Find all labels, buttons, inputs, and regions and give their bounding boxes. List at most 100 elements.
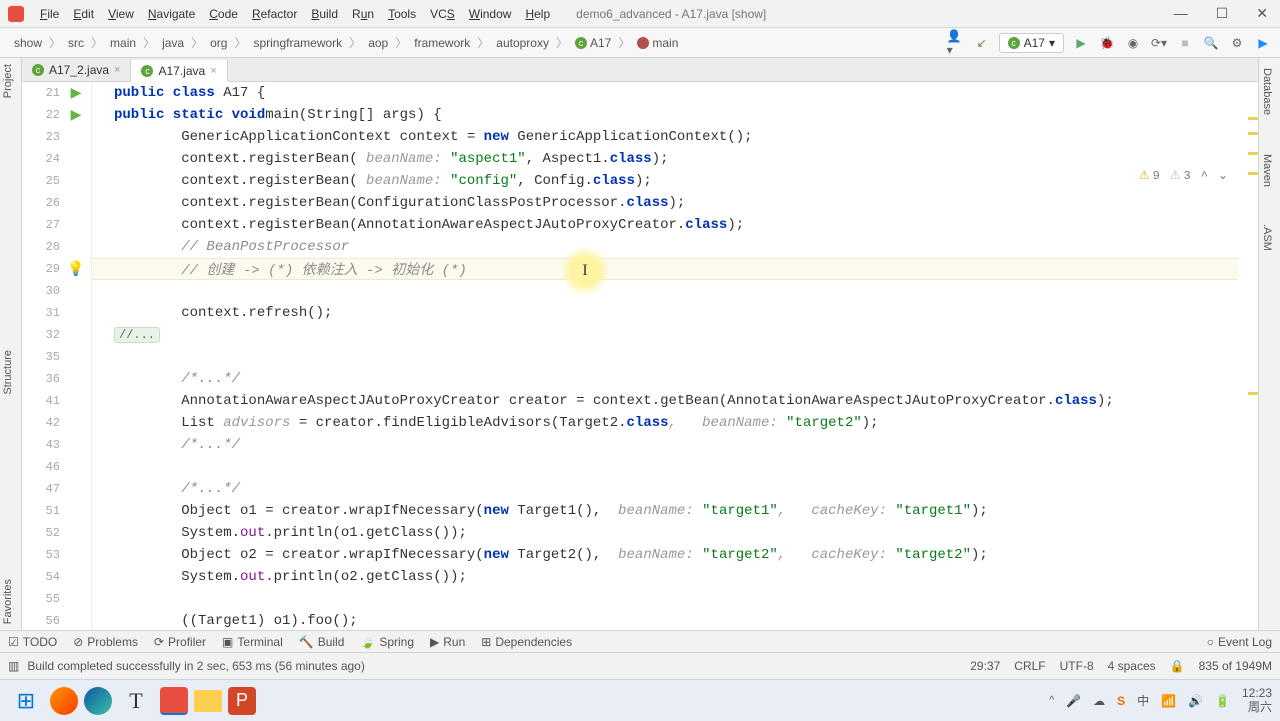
search-icon[interactable]: 🔍	[1202, 34, 1220, 52]
menu-window[interactable]: Window	[463, 5, 518, 23]
code-line[interactable]: List advisors = creator.findEligibleAdvi…	[92, 412, 1238, 434]
code-line[interactable]	[92, 456, 1238, 478]
firefox-icon[interactable]	[50, 687, 78, 715]
volume-icon[interactable]: 🔊	[1188, 694, 1203, 708]
back-arrow-icon[interactable]: ↙	[973, 34, 991, 52]
settings-icon[interactable]: ⚙	[1228, 34, 1246, 52]
tab-a17-2[interactable]: cA17_2.java×	[22, 59, 131, 81]
debug-icon[interactable]: 🐞	[1098, 34, 1116, 52]
code-line[interactable]: context.registerBean(AnnotationAwareAspe…	[92, 214, 1238, 236]
favorites-tool[interactable]: Favorites	[0, 573, 16, 630]
code-line[interactable]: context.registerBean( beanName: "config"…	[92, 170, 1238, 192]
crumb[interactable]: show	[8, 34, 48, 52]
encoding[interactable]: UTF-8	[1060, 659, 1094, 673]
ime-icon[interactable]: 中	[1137, 692, 1149, 709]
minimize-button[interactable]: —	[1170, 5, 1192, 22]
intellij-icon[interactable]	[160, 687, 188, 715]
crumb[interactable]: src	[62, 34, 90, 52]
crumb[interactable]: framework	[408, 34, 476, 52]
xrebel-icon[interactable]: ▶	[1254, 34, 1272, 52]
run-gutter-icon[interactable]: ▶	[66, 107, 86, 124]
dependencies-tab[interactable]: ⊞ Dependencies	[481, 635, 572, 649]
close-icon[interactable]: ×	[210, 65, 216, 77]
battery-icon[interactable]: 🔋	[1215, 694, 1230, 708]
code-line[interactable]: ((Target1) o1).foo();	[92, 610, 1238, 630]
event-log-tab[interactable]: ○ Event Log	[1207, 635, 1272, 649]
powerpoint-icon[interactable]: P	[228, 687, 256, 715]
run-tab[interactable]: ▶ Run	[430, 635, 465, 649]
profile-icon[interactable]: ⟳▾	[1150, 34, 1168, 52]
close-icon[interactable]: ×	[114, 64, 120, 76]
menu-view[interactable]: View	[102, 5, 140, 23]
code-line[interactable]: context.refresh();	[92, 302, 1238, 324]
caret-pos[interactable]: 29:37	[970, 659, 1000, 673]
menu-code[interactable]: Code	[203, 5, 244, 23]
code-line[interactable]: context.registerBean( beanName: "aspect1…	[92, 148, 1238, 170]
clock[interactable]: 12:23周六	[1242, 687, 1272, 713]
crumb[interactable]: java	[156, 34, 190, 52]
maximize-button[interactable]: ☐	[1212, 5, 1233, 22]
crumb[interactable]: aop	[362, 34, 394, 52]
menu-help[interactable]: Help	[519, 5, 556, 23]
crumb[interactable]: springframework	[247, 34, 348, 52]
start-button[interactable]: ⊞	[8, 683, 44, 719]
run-icon[interactable]: ▶	[1072, 34, 1090, 52]
text-icon[interactable]: T	[118, 683, 154, 719]
todo-tab[interactable]: ☑ TODO	[8, 635, 57, 649]
stop-icon[interactable]: ■	[1176, 34, 1194, 52]
code-line[interactable]: /*...*/	[92, 478, 1238, 500]
code-line[interactable]: GenericApplicationContext context = new …	[92, 126, 1238, 148]
code-line[interactable]: public static void main(String[] args) {	[92, 104, 1238, 126]
tab-a17[interactable]: cA17.java×	[131, 60, 227, 82]
crumb[interactable]: main	[104, 34, 142, 52]
code-line[interactable]: AnnotationAwareAspectJAutoProxyCreator c…	[92, 390, 1238, 412]
intention-bulb-icon[interactable]: 💡	[66, 261, 86, 278]
indent[interactable]: 4 spaces	[1108, 659, 1156, 673]
profiler-tab[interactable]: ⟳ Profiler	[154, 635, 206, 649]
status-icon[interactable]: ▥	[8, 659, 19, 673]
code-area[interactable]: public class A17 { public static void ma…	[92, 82, 1238, 630]
code-line[interactable]: context.registerBean(ConfigurationClassP…	[92, 192, 1238, 214]
structure-tool[interactable]: Structure	[0, 344, 16, 401]
crumb-method[interactable]: main	[631, 34, 684, 52]
menu-vcs[interactable]: VCS	[424, 5, 461, 23]
edge-icon[interactable]	[84, 687, 112, 715]
memory[interactable]: 835 of 1949M	[1199, 659, 1272, 673]
wifi-icon[interactable]: 📶	[1161, 694, 1176, 708]
coverage-icon[interactable]: ◉	[1124, 34, 1142, 52]
run-config-select[interactable]: cA17 ▾	[999, 33, 1064, 53]
code-line[interactable]: // BeanPostProcessor	[92, 236, 1238, 258]
spring-tab[interactable]: 🍃 Spring	[360, 635, 414, 649]
asm-tool[interactable]: .ASM	[1259, 218, 1275, 257]
line-sep[interactable]: CRLF	[1014, 659, 1045, 673]
tray-expand-icon[interactable]: ^	[1049, 695, 1054, 706]
terminal-tab[interactable]: ▣ Terminal	[222, 635, 283, 649]
menu-run[interactable]: Run	[346, 5, 380, 23]
menu-file[interactable]: File	[34, 5, 65, 23]
code-line[interactable]: /*...*/	[92, 368, 1238, 390]
menu-navigate[interactable]: Navigate	[142, 5, 201, 23]
code-line[interactable]: /*...*/	[92, 434, 1238, 456]
project-tool[interactable]: Project	[0, 58, 16, 104]
code-line[interactable]	[92, 346, 1238, 368]
menu-refactor[interactable]: Refactor	[246, 5, 303, 23]
code-line[interactable]: System.out.println(o2.getClass());	[92, 566, 1238, 588]
code-line[interactable]: System.out.println(o1.getClass());	[92, 522, 1238, 544]
code-line[interactable]	[92, 588, 1238, 610]
crumb-class[interactable]: cA17	[569, 34, 617, 52]
menu-edit[interactable]: Edit	[67, 5, 100, 23]
problems-tab[interactable]: ⊘ Problems	[73, 635, 138, 649]
code-line[interactable]: Object o1 = creator.wrapIfNecessary(new …	[92, 500, 1238, 522]
close-button[interactable]: ✕	[1252, 5, 1272, 22]
user-icon[interactable]: 👤▾	[947, 34, 965, 52]
explorer-icon[interactable]	[194, 690, 222, 712]
code-line[interactable]: public class A17 {	[92, 82, 1238, 104]
inspections-widget[interactable]: ⚠9 ⚠3 ^ ⌄	[1139, 168, 1228, 183]
code-line[interactable]: //...	[92, 324, 1238, 346]
crumb[interactable]: org	[204, 34, 233, 52]
marker-strip[interactable]	[1246, 82, 1258, 630]
run-gutter-icon[interactable]: ▶	[66, 85, 86, 102]
crumb[interactable]: autoproxy	[490, 34, 555, 52]
sogou-icon[interactable]: S	[1117, 694, 1125, 708]
onedrive-icon[interactable]: ☁	[1093, 694, 1105, 708]
